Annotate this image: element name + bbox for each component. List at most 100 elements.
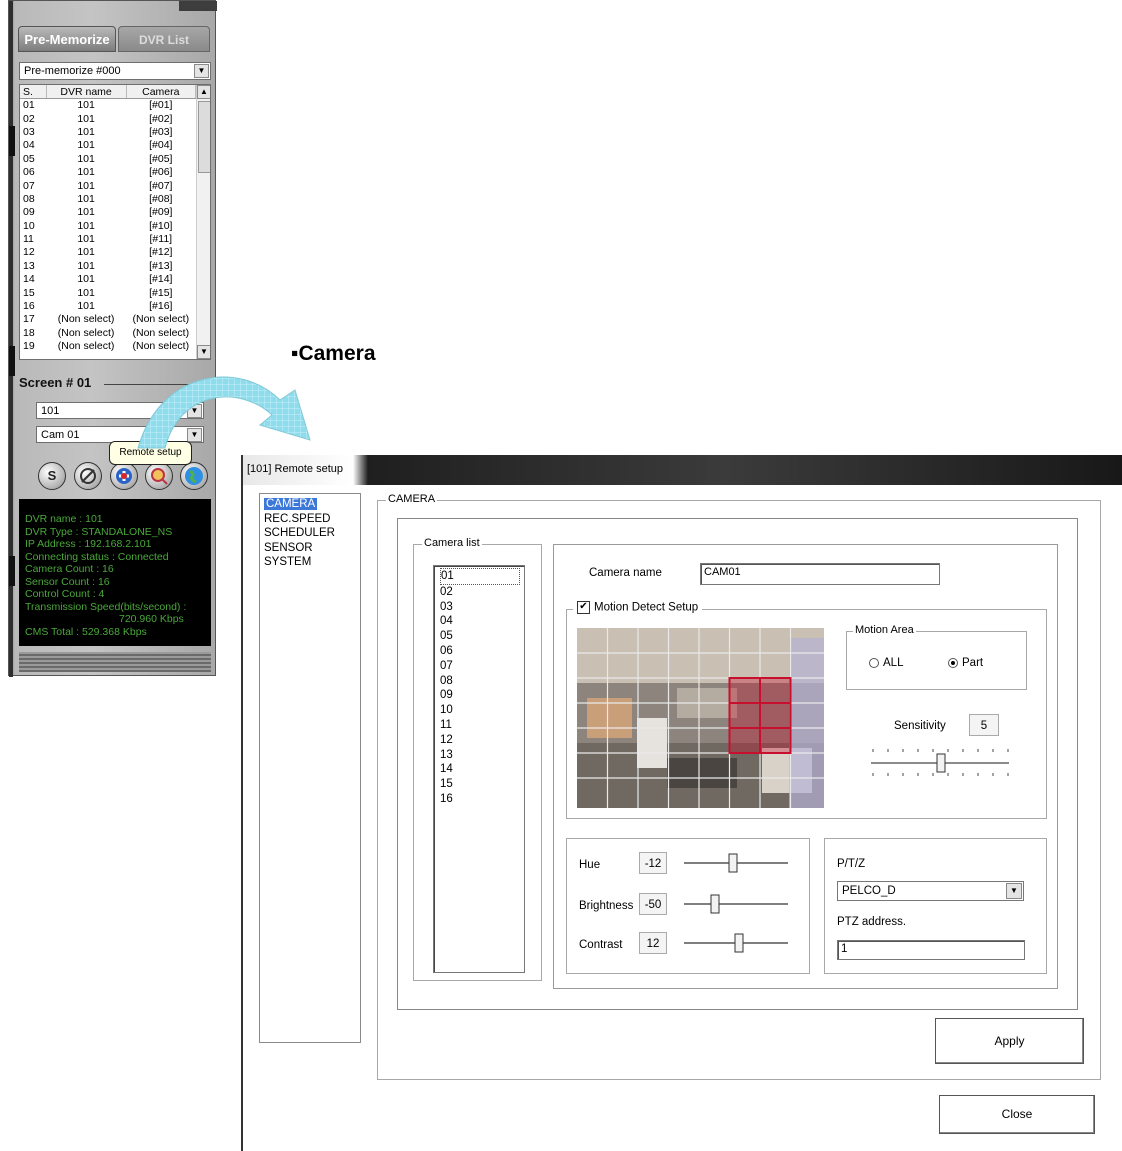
nav-item-system[interactable]: SYSTEM: [260, 555, 360, 570]
radio-checked-icon[interactable]: [948, 657, 958, 668]
globe-icon[interactable]: [180, 462, 208, 490]
list-item[interactable]: 09: [440, 688, 524, 703]
list-item[interactable]: 10: [440, 703, 524, 718]
radio-unchecked-icon[interactable]: [869, 657, 879, 668]
table-scrollbar[interactable]: ▲ ▼: [196, 85, 210, 359]
list-item[interactable]: 12: [440, 733, 524, 748]
table-row[interactable]: 13 101 [#13]: [20, 260, 196, 273]
cell-camera: [#02]: [149, 112, 173, 125]
tab-pre-memorize[interactable]: Pre-Memorize: [18, 26, 116, 52]
brightness-slider[interactable]: [682, 893, 790, 915]
table-row[interactable]: 02 101 [#02]: [20, 112, 196, 125]
cell-dvr-name: 101: [77, 246, 95, 259]
table-row[interactable]: 08 101 [#08]: [20, 193, 196, 206]
nav-item-scheduler[interactable]: SCHEDULER: [260, 526, 360, 541]
table-row[interactable]: 10 101 [#10]: [20, 220, 196, 233]
column-header-camera[interactable]: Camera: [126, 85, 197, 99]
chevron-down-icon[interactable]: ▼: [194, 64, 209, 78]
table-row[interactable]: 06 101 [#06]: [20, 166, 196, 179]
panel-edge: [9, 1, 15, 677]
scroll-thumb[interactable]: [198, 101, 210, 173]
list-item[interactable]: 13: [440, 748, 524, 763]
cell-camera: [#06]: [149, 166, 173, 179]
list-item[interactable]: 14: [440, 762, 524, 777]
table-row[interactable]: 12 101 [#12]: [20, 246, 196, 259]
remote-setup-icon[interactable]: [110, 462, 138, 490]
cell-camera: [#03]: [149, 125, 173, 138]
slider-thumb[interactable]: [936, 753, 946, 773]
edge-tab[interactable]: [9, 556, 15, 586]
radio-part[interactable]: Part: [948, 657, 983, 669]
list-item[interactable]: 04: [440, 614, 524, 629]
cell-seq: 18: [23, 326, 35, 339]
chevron-down-icon[interactable]: ▼: [1006, 883, 1022, 899]
scroll-up-icon[interactable]: ▲: [197, 85, 210, 99]
ptz-address-input[interactable]: 1: [837, 940, 1025, 960]
motion-grid-preview[interactable]: [577, 628, 824, 808]
table-row[interactable]: 11 101 [#11]: [20, 233, 196, 246]
edge-tab[interactable]: [9, 126, 15, 156]
list-item[interactable]: 15: [440, 777, 524, 792]
list-item[interactable]: 16: [440, 792, 524, 807]
list-item[interactable]: 05: [440, 629, 524, 644]
nav-item-camera[interactable]: CAMERA: [260, 497, 360, 512]
checkbox-checked-icon[interactable]: ✔: [577, 601, 590, 614]
apply-button[interactable]: Apply: [935, 1018, 1084, 1064]
cell-seq: 13: [23, 259, 35, 272]
s-button[interactable]: S: [38, 462, 66, 490]
motion-detect-checkbox-row[interactable]: ✔ Motion Detect Setup: [573, 601, 703, 614]
table-row[interactable]: 03 101 [#03]: [20, 126, 196, 139]
table-row[interactable]: 09 101 [#09]: [20, 206, 196, 219]
no-connect-icon[interactable]: [74, 462, 102, 490]
slider-thumb[interactable]: [728, 853, 738, 873]
table-row[interactable]: 07 101 [#07]: [20, 179, 196, 192]
table-header-row: S. DVR name Camera: [20, 85, 197, 99]
cell-camera: (Non select): [132, 326, 190, 339]
slider-thumb[interactable]: [710, 894, 720, 914]
sensitivity-slider[interactable]: [869, 745, 1011, 781]
dialog-titlebar[interactable]: [243, 455, 1122, 485]
list-item[interactable]: 03: [440, 600, 524, 615]
radio-all[interactable]: ALL: [869, 657, 903, 669]
edge-tab[interactable]: [9, 346, 15, 376]
table-row[interactable]: 01 101 [#01]: [20, 99, 196, 113]
table-row[interactable]: 17 (Non select) (Non select): [20, 313, 196, 326]
table-row[interactable]: 14 101 [#14]: [20, 273, 196, 286]
list-item[interactable]: 02: [440, 585, 524, 600]
table-row[interactable]: 05 101 [#05]: [20, 153, 196, 166]
list-item[interactable]: 06: [440, 644, 524, 659]
hue-slider[interactable]: [682, 852, 790, 874]
camera-list[interactable]: 01 02 03 04 05 06 07 08 09 10 11 12 13 1…: [433, 565, 525, 973]
list-item[interactable]: 07: [440, 659, 524, 674]
search-icon[interactable]: [145, 462, 173, 490]
cell-seq: 17: [23, 313, 35, 326]
cell-dvr-name: 101: [77, 125, 95, 138]
list-item[interactable]: 08: [440, 674, 524, 689]
table-row[interactable]: 15 101 [#15]: [20, 286, 196, 299]
contrast-slider[interactable]: [682, 932, 790, 954]
table-row[interactable]: 16 101 [#16]: [20, 300, 196, 313]
table-row[interactable]: 18 (Non select) (Non select): [20, 327, 196, 340]
cell-camera: [#15]: [149, 286, 173, 299]
cell-camera: [#08]: [149, 192, 173, 205]
tab-dvr-list[interactable]: DVR List: [118, 26, 210, 52]
column-header-dvr-name[interactable]: DVR name: [46, 85, 127, 99]
scroll-down-icon[interactable]: ▼: [197, 345, 210, 359]
slider-thumb[interactable]: [734, 933, 744, 953]
cell-camera: [#10]: [149, 219, 173, 232]
table-row[interactable]: 19 (Non select) (Non select): [20, 340, 196, 353]
camera-name-input[interactable]: CAM01: [700, 563, 940, 585]
info-line: Camera Count : 16: [25, 563, 114, 575]
column-header-seq[interactable]: S.: [20, 85, 47, 99]
list-item[interactable]: 11: [440, 718, 524, 733]
pre-memorize-select[interactable]: Pre-memorize #000 ▼: [19, 62, 211, 80]
table-row[interactable]: 04 101 [#04]: [20, 139, 196, 152]
info-line: CMS Total : 529.368 Kbps: [25, 625, 147, 638]
cell-camera: [#05]: [149, 152, 173, 165]
nav-item-sensor[interactable]: SENSOR: [260, 541, 360, 556]
ptz-protocol-select[interactable]: PELCO_D ▼: [837, 881, 1024, 901]
list-item[interactable]: 01: [440, 568, 520, 585]
camera-name-label: Camera name: [589, 567, 662, 579]
close-button[interactable]: Close: [939, 1095, 1095, 1134]
nav-item-rec-speed[interactable]: REC.SPEED: [260, 512, 360, 527]
